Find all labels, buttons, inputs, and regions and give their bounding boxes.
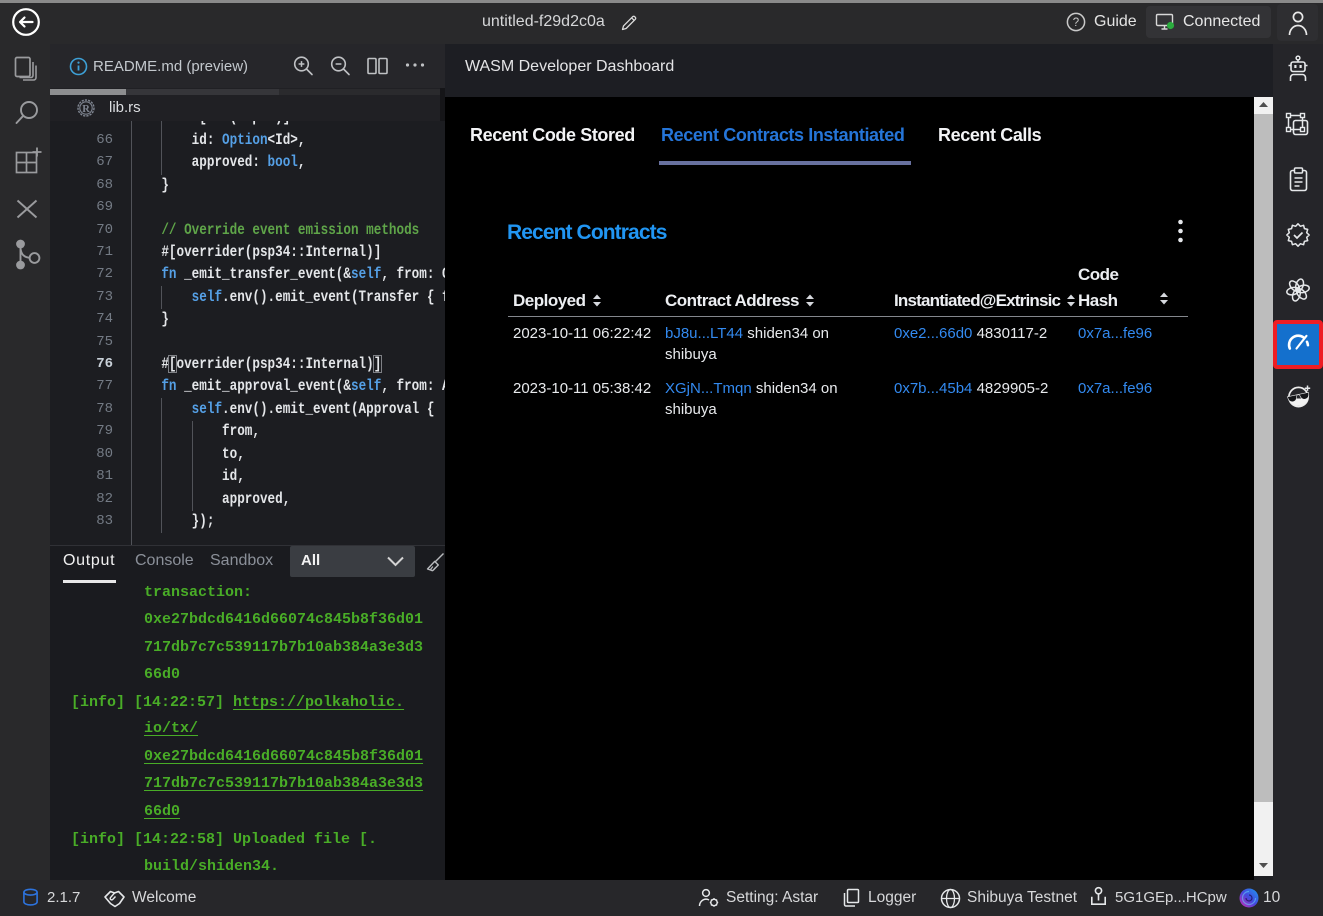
svg-text:R: R	[82, 104, 90, 115]
svg-text:?: ?	[1073, 17, 1079, 29]
